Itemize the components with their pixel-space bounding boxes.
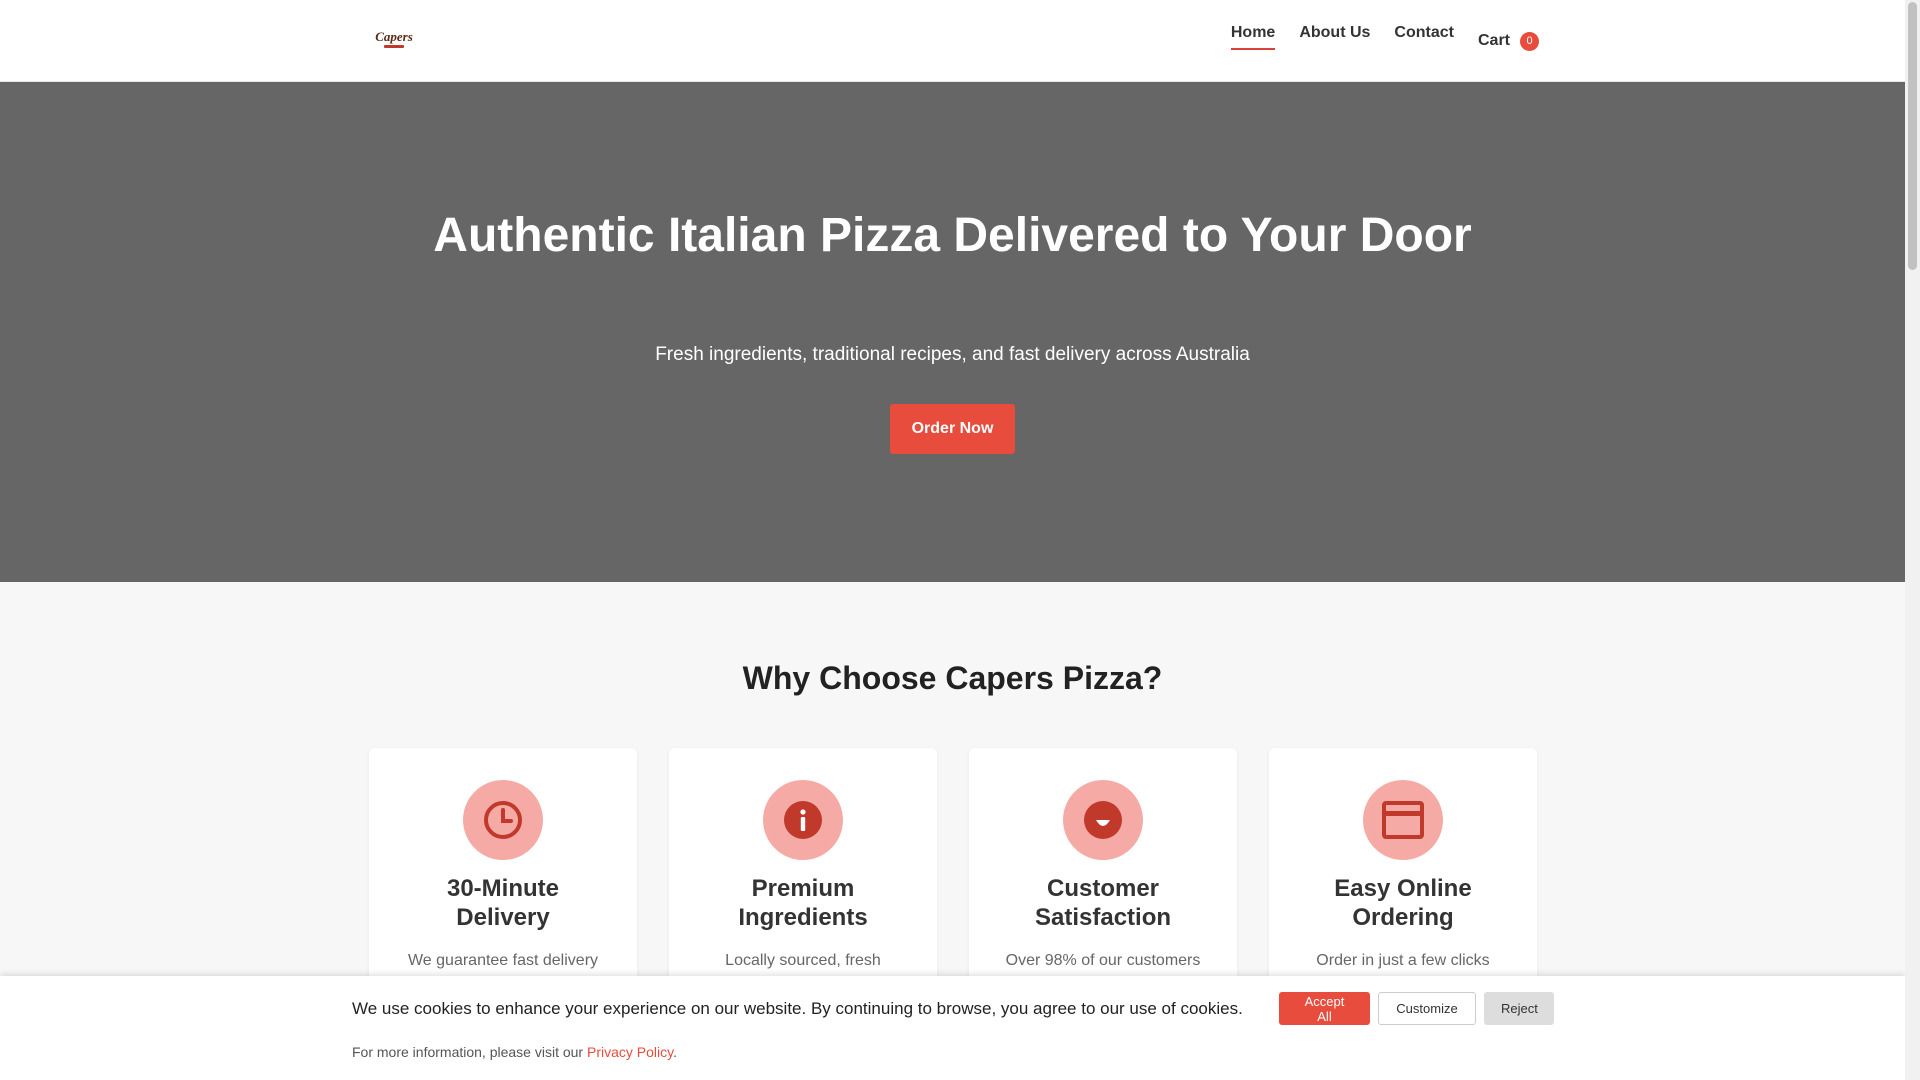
- feature-title: Easy Online Ordering: [1334, 875, 1472, 931]
- info-icon: [763, 780, 843, 860]
- privacy-policy-link[interactable]: Privacy Policy: [587, 1044, 673, 1060]
- site-header: Capers Home About Us Contact Cart 0: [0, 0, 1905, 82]
- features-heading: Why Choose Capers Pizza?: [742, 660, 1163, 696]
- cookie-more-prefix: For more information, please visit our: [352, 1044, 587, 1060]
- feature-title: Customer Satisfaction: [1034, 875, 1172, 931]
- main-nav: Home About Us Contact Cart 0: [1230, 0, 1539, 82]
- page-scrollbar[interactable]: [1905, 0, 1920, 1080]
- nav-home[interactable]: Home: [1230, 18, 1276, 50]
- credit-card-icon: [1363, 780, 1443, 860]
- feature-title: Premium Ingredients: [738, 875, 868, 931]
- feature-title: 30-Minute Delivery: [446, 875, 559, 931]
- order-now-button[interactable]: Order Now: [890, 404, 1015, 454]
- page: Capers Home About Us Contact Cart 0 Auth…: [0, 0, 1905, 1080]
- reject-button[interactable]: Reject: [1484, 992, 1554, 1025]
- svg-text:Capers: Capers: [375, 29, 413, 44]
- accept-all-button[interactable]: Accept All: [1279, 992, 1370, 1025]
- hero-subtitle: Fresh ingredients, traditional recipes, …: [655, 344, 1250, 365]
- cookie-more-suffix: .: [673, 1044, 677, 1060]
- nav-cart[interactable]: Cart 0: [1478, 26, 1539, 57]
- nav-about-us[interactable]: About Us: [1299, 18, 1370, 48]
- customize-button[interactable]: Customize: [1378, 992, 1476, 1025]
- clock-icon: [463, 780, 543, 860]
- cookie-more-info: For more information, please visit our P…: [352, 1044, 677, 1060]
- smile-icon: [1063, 780, 1143, 860]
- scrollbar-thumb[interactable]: [1908, 2, 1917, 270]
- nav-contact[interactable]: Contact: [1394, 18, 1454, 48]
- hero-title: Authentic Italian Pizza Delivered to You…: [0, 207, 1905, 265]
- cookie-message: We use cookies to enhance your experienc…: [352, 999, 1243, 1018]
- cart-count-badge: 0: [1520, 31, 1539, 51]
- cookie-banner: We use cookies to enhance your experienc…: [0, 976, 1905, 1080]
- cookie-actions: Accept All Customize Reject: [1279, 992, 1554, 1025]
- hero-section: Authentic Italian Pizza Delivered to You…: [0, 82, 1905, 582]
- cart-label: Cart: [1477, 32, 1510, 49]
- capers-pizza-logo[interactable]: Capers: [372, 26, 416, 52]
- hero-title-text: Authentic Italian Pizza Delivered to You…: [433, 209, 1472, 262]
